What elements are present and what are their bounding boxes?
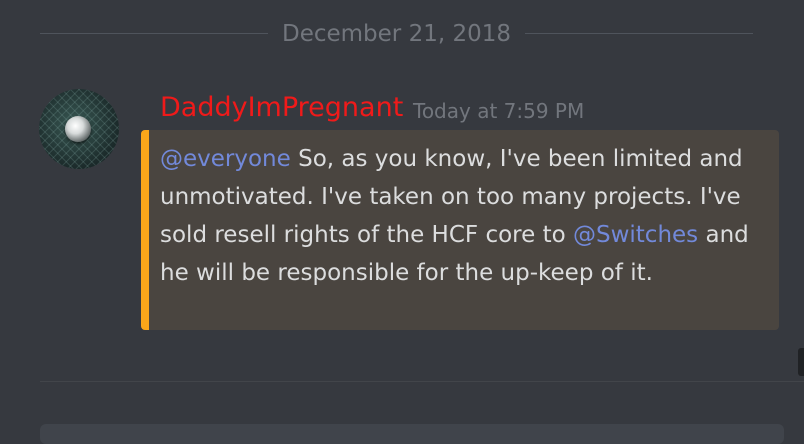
avatar[interactable]	[39, 89, 119, 169]
mention-user[interactable]: @Switches	[573, 222, 698, 248]
avatar-ball-icon	[65, 116, 91, 142]
message-text: @everyone So, as you know, I've been lim…	[160, 140, 770, 292]
message-timestamp: Today at 7:59 PM	[413, 99, 585, 123]
mention-highlight-bar	[141, 130, 149, 330]
message-content-box: @everyone So, as you know, I've been lim…	[141, 130, 779, 330]
divider-line-right	[525, 33, 753, 34]
bottom-divider	[40, 381, 804, 382]
scrollbar-thumb[interactable]	[798, 348, 804, 376]
divider-line-left	[40, 33, 268, 34]
message-input-area[interactable]	[40, 424, 784, 444]
message-author[interactable]: DaddyImPregnant	[160, 92, 403, 123]
mention-everyone[interactable]: @everyone	[160, 146, 291, 172]
divider-date: December 21, 2018	[281, 21, 511, 47]
date-divider: December 21, 2018	[40, 20, 753, 48]
